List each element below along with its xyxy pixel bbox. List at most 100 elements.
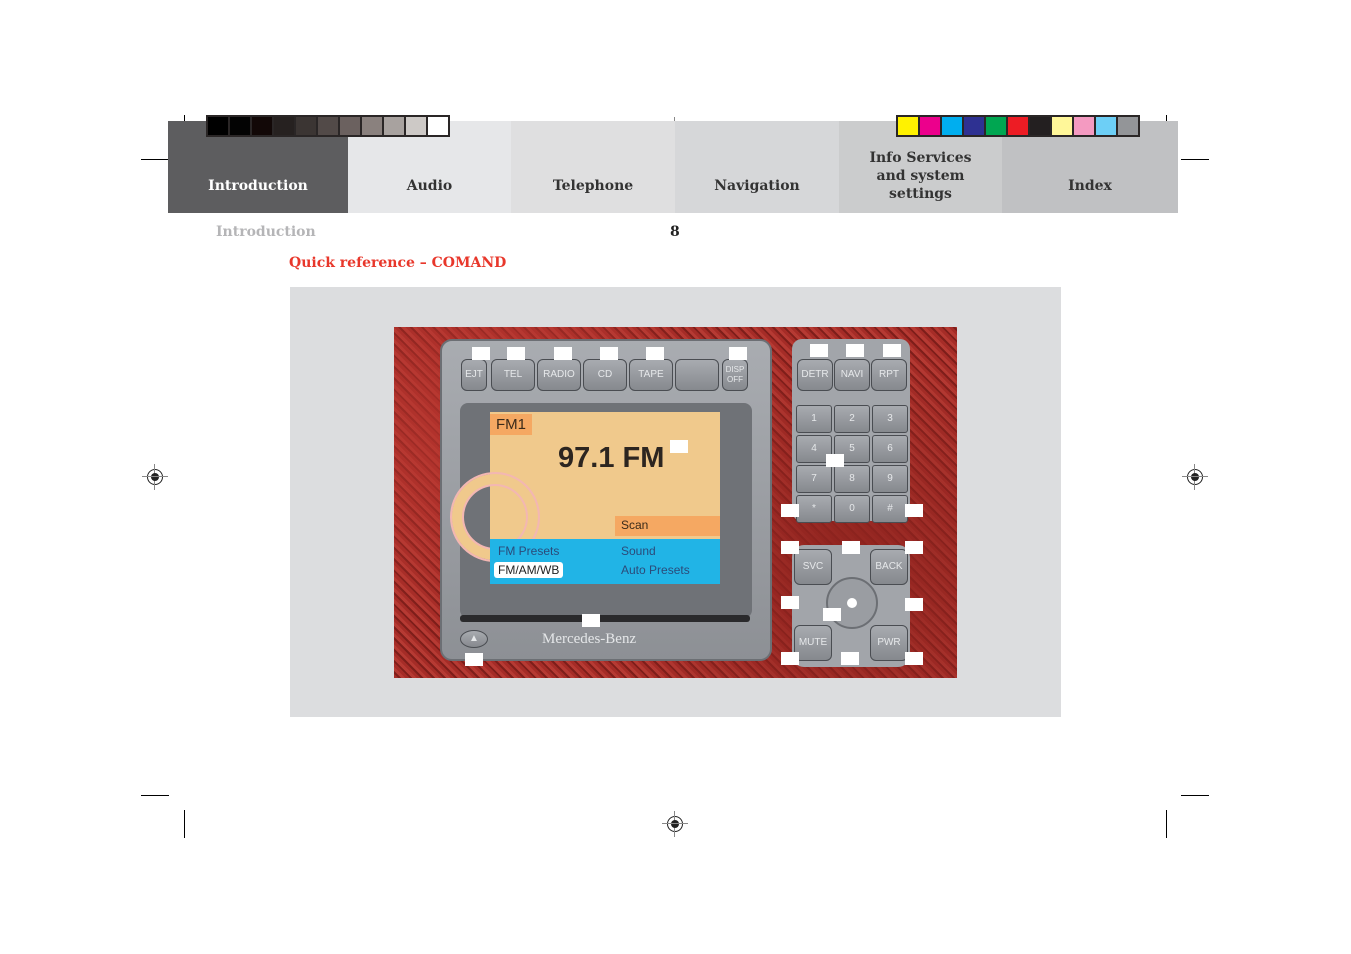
color-swatch: [1030, 117, 1050, 135]
tab-label: Introduction: [208, 178, 308, 194]
gray-swatch: [252, 117, 272, 135]
blank-button[interactable]: [675, 359, 719, 391]
callout-marker: [646, 347, 664, 360]
callout-marker: [781, 541, 799, 554]
tab-label: Audio: [406, 178, 453, 194]
display-off-button[interactable]: DISP OFF: [722, 359, 748, 391]
detr-button[interactable]: DETR: [797, 359, 833, 391]
cd-slot: [460, 615, 750, 622]
keypad-key[interactable]: 6: [872, 435, 908, 463]
back-button[interactable]: BACK: [870, 549, 908, 585]
keypad-key[interactable]: 3: [872, 405, 908, 433]
callout-marker: [670, 440, 688, 453]
crop-mark: [184, 810, 185, 838]
callout-marker: [842, 541, 860, 554]
keypad-key[interactable]: 8: [834, 465, 870, 493]
power-button[interactable]: PWR: [870, 625, 908, 661]
keypad-key[interactable]: 7: [796, 465, 832, 493]
callout-marker: [905, 652, 923, 665]
cd-button[interactable]: CD: [583, 359, 627, 391]
color-swatch: [964, 117, 984, 135]
callout-marker: [582, 614, 600, 627]
frequency-display: 97.1 FM: [558, 442, 665, 474]
callout-marker: [465, 653, 483, 666]
callout-marker: [883, 344, 901, 357]
keypad-key[interactable]: 9: [872, 465, 908, 493]
comand-unit-image: EJT TEL RADIO CD TAPE DISP OFF FM1 97.1 …: [394, 327, 957, 678]
gray-swatch: [208, 117, 228, 135]
knob-center-icon: [847, 598, 857, 608]
page-title: Quick reference – COMAND: [289, 255, 507, 271]
color-swatch: [986, 117, 1006, 135]
crop-mark: [141, 159, 169, 160]
svc-button[interactable]: SVC: [794, 549, 832, 585]
callout-marker: [905, 504, 923, 517]
rotary-knob[interactable]: [826, 577, 878, 629]
gray-swatch: [230, 117, 250, 135]
eject-tray-button[interactable]: ▲: [460, 630, 488, 648]
crop-mark: [1181, 795, 1209, 796]
navi-button[interactable]: NAVI: [834, 359, 870, 391]
callout-marker: [554, 347, 572, 360]
callout-marker: [781, 596, 799, 609]
radio-button[interactable]: RADIO: [537, 359, 581, 391]
process-color-bar: [896, 115, 1140, 137]
callout-marker: [507, 347, 525, 360]
band-select-option[interactable]: FM/AM/WB: [494, 562, 564, 578]
gray-swatch: [296, 117, 316, 135]
brand-logo: Mercedes-Benz: [542, 631, 637, 647]
registration-mark-icon: [1182, 464, 1208, 490]
tab-telephone[interactable]: Telephone: [511, 121, 675, 213]
color-swatch: [1074, 117, 1094, 135]
callout-marker: [781, 504, 799, 517]
keypad-key[interactable]: #: [872, 495, 908, 523]
callout-marker: [600, 347, 618, 360]
color-swatch: [898, 117, 918, 135]
softkey-menu: FM Presets FM/AM/WB Sound Auto Presets: [490, 539, 720, 584]
mute-button[interactable]: MUTE: [794, 625, 832, 661]
registration-mark-icon: [662, 811, 688, 837]
band-label: FM1: [490, 414, 532, 435]
callout-marker: [905, 598, 923, 611]
eject-button[interactable]: EJT: [461, 359, 487, 391]
crop-mark: [1181, 159, 1209, 160]
gray-swatch: [318, 117, 338, 135]
callout-marker: [823, 608, 841, 621]
keypad-key[interactable]: 0: [834, 495, 870, 523]
tab-label: Index: [1068, 178, 1112, 194]
callout-marker: [810, 344, 828, 357]
gray-swatch: [362, 117, 382, 135]
keypad-key[interactable]: 2: [834, 405, 870, 433]
grayscale-color-bar: [206, 115, 450, 137]
color-swatch: [942, 117, 962, 135]
tel-button[interactable]: TEL: [491, 359, 535, 391]
sound-option[interactable]: Sound: [621, 544, 656, 558]
color-swatch: [1008, 117, 1028, 135]
tab-navigation[interactable]: Navigation: [675, 121, 839, 213]
callout-marker: [729, 347, 747, 360]
crop-mark: [1166, 810, 1167, 838]
callout-marker: [472, 347, 490, 360]
keypad-key[interactable]: 1: [796, 405, 832, 433]
section-header: Introduction: [216, 224, 316, 240]
scan-option[interactable]: Scan: [615, 516, 720, 536]
tab-label: Telephone: [552, 178, 634, 194]
callout-marker: [905, 541, 923, 554]
color-swatch: [1118, 117, 1138, 135]
tape-button[interactable]: TAPE: [629, 359, 673, 391]
callout-marker: [826, 454, 844, 467]
page-number: 8: [670, 224, 680, 240]
keypad-key[interactable]: *: [796, 495, 832, 523]
registration-mark-icon: [142, 464, 168, 490]
callout-marker: [846, 344, 864, 357]
callout-marker: [781, 652, 799, 665]
callout-marker: [841, 652, 859, 665]
tab-label: Navigation: [714, 178, 800, 194]
auto-presets-option[interactable]: Auto Presets: [621, 563, 690, 577]
rpt-button[interactable]: RPT: [871, 359, 907, 391]
gray-swatch: [406, 117, 426, 135]
gray-swatch: [340, 117, 360, 135]
display-screen: FM1 97.1 FM Scan FM Presets FM/AM/WB Sou…: [450, 412, 720, 584]
fm-presets-option[interactable]: FM Presets: [498, 544, 559, 558]
gray-swatch: [384, 117, 404, 135]
